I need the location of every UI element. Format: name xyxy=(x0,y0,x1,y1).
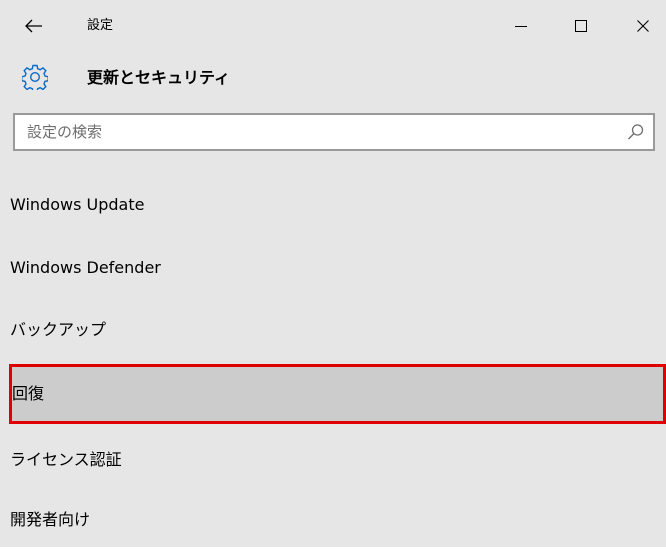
close-icon xyxy=(637,20,649,32)
nav-item-activation[interactable]: ライセンス認証 xyxy=(10,430,666,490)
minimize-button[interactable] xyxy=(498,10,544,42)
nav-item-label: ライセンス認証 xyxy=(10,450,122,469)
search-icon[interactable] xyxy=(627,123,645,141)
nav-item-recovery[interactable]: 回復 xyxy=(9,364,666,424)
maximize-button[interactable] xyxy=(558,10,604,42)
minimize-icon xyxy=(515,26,527,27)
maximize-icon xyxy=(575,20,587,32)
nav-item-windows-update[interactable]: Windows Update xyxy=(10,175,666,235)
search-box[interactable] xyxy=(13,113,655,151)
settings-window: 設定 更新とセキュリティ 設定の検索 Windows Update Window… xyxy=(0,0,666,547)
close-button[interactable] xyxy=(620,10,666,42)
nav-item-label: 回復 xyxy=(12,384,45,403)
title-bar: 設定 xyxy=(0,0,666,50)
search-input[interactable] xyxy=(27,121,607,143)
page-title: 更新とセキュリティ xyxy=(87,68,231,87)
nav-item-backup[interactable]: バックアップ xyxy=(10,300,666,360)
nav-item-windows-defender[interactable]: Windows Defender xyxy=(10,238,666,298)
page-header: 更新とセキュリティ xyxy=(0,58,666,98)
back-button[interactable] xyxy=(14,10,54,42)
nav-item-label: バックアップ xyxy=(10,320,107,339)
nav-item-label: Windows Defender xyxy=(10,258,161,277)
back-arrow-icon xyxy=(25,19,42,33)
nav-item-for-developers[interactable]: 開発者向け xyxy=(10,490,666,550)
nav-item-label: Windows Update xyxy=(10,195,145,214)
gear-icon xyxy=(21,64,49,93)
nav-item-label: 開発者向け xyxy=(10,510,91,529)
window-title: 設定 xyxy=(87,18,114,33)
